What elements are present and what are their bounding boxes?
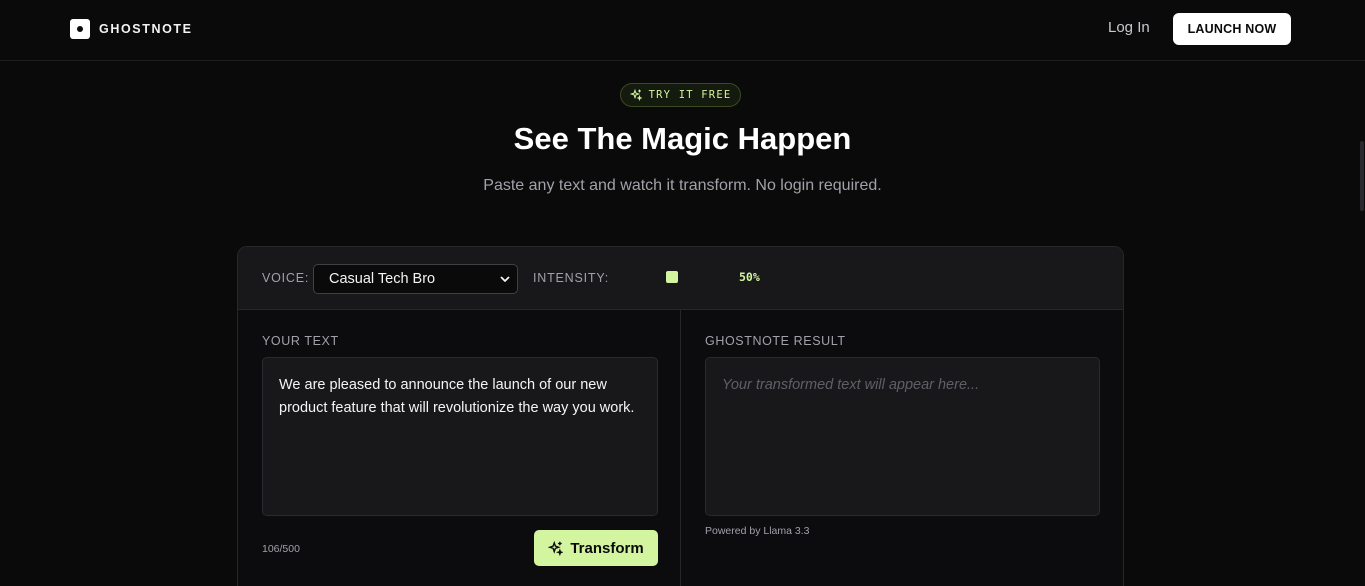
logo-icon bbox=[70, 19, 90, 39]
slider-thumb[interactable] bbox=[665, 271, 678, 283]
chevron-down-icon bbox=[500, 276, 510, 282]
transform-button-label: Transform bbox=[570, 539, 644, 557]
sparkles-icon bbox=[548, 540, 564, 556]
your-text-label: YOUR TEXT bbox=[262, 334, 339, 348]
voice-select[interactable]: Casual Tech Bro bbox=[313, 264, 518, 294]
page-subtitle: Paste any text and watch it transform. N… bbox=[483, 177, 882, 194]
demo-panel: VOICE: Casual Tech Bro INTENSITY: 50% YO… bbox=[237, 246, 1124, 586]
result-label: GHOSTNOTE RESULT bbox=[705, 334, 846, 348]
page-scrollbar[interactable] bbox=[1360, 141, 1364, 211]
input-textarea[interactable]: We are pleased to announce the launch of… bbox=[262, 357, 658, 516]
intensity-slider[interactable] bbox=[619, 271, 724, 283]
brand-name: GHOSTNOTE bbox=[99, 22, 193, 36]
voice-selected-value: Casual Tech Bro bbox=[329, 271, 436, 287]
try-free-badge: TRY IT FREE bbox=[620, 83, 741, 107]
page-title: See The Magic Happen bbox=[513, 121, 852, 156]
badge-label: TRY IT FREE bbox=[648, 89, 732, 101]
brand-logo[interactable]: GHOSTNOTE bbox=[70, 19, 193, 39]
powered-by-text: Powered by Llama 3.3 bbox=[705, 525, 810, 537]
login-link[interactable]: Log In bbox=[1108, 19, 1150, 36]
column-divider bbox=[680, 310, 681, 586]
sparkles-icon bbox=[629, 89, 642, 101]
character-counter: 106/500 bbox=[262, 543, 300, 555]
top-nav: GHOSTNOTE Log In LAUNCH NOW bbox=[0, 0, 1365, 61]
voice-label: VOICE: bbox=[262, 271, 310, 285]
transform-button[interactable]: Transform bbox=[534, 530, 658, 566]
intensity-value: 50% bbox=[739, 270, 760, 284]
controls-bar: VOICE: Casual Tech Bro INTENSITY: 50% bbox=[238, 247, 1123, 310]
launch-now-button[interactable]: LAUNCH NOW bbox=[1173, 13, 1291, 45]
intensity-label: INTENSITY: bbox=[533, 271, 610, 285]
result-output[interactable]: Your transformed text will appear here..… bbox=[705, 357, 1100, 516]
